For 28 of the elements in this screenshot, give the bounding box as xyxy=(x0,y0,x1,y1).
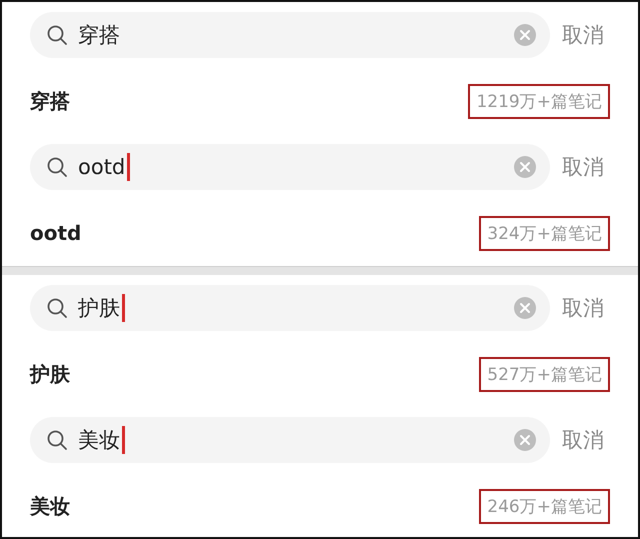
search-query: 美妆 xyxy=(78,427,120,454)
note-count: 324万+篇笔记 xyxy=(479,216,610,250)
note-count: 527万+篇笔记 xyxy=(479,356,610,392)
suggestion-text[interactable]: 护肤 xyxy=(30,360,70,388)
clear-icon[interactable] xyxy=(514,156,536,178)
suggestion-text[interactable]: 美妆 xyxy=(30,492,70,520)
clear-icon[interactable] xyxy=(514,297,536,319)
search-field[interactable]: 美妆 xyxy=(30,417,550,463)
search-field[interactable]: ootd xyxy=(30,144,550,190)
clear-icon[interactable] xyxy=(514,24,536,46)
suggestion-text[interactable]: 穿搭 xyxy=(30,88,70,114)
cancel-button[interactable]: 取消 xyxy=(562,153,604,181)
cancel-button[interactable]: 取消 xyxy=(562,426,604,454)
search-query: 护肤 xyxy=(78,295,120,322)
search-query: 穿搭 xyxy=(78,22,120,49)
search-icon xyxy=(46,429,68,451)
cancel-button[interactable]: 取消 xyxy=(562,294,604,322)
cancel-button[interactable]: 取消 xyxy=(562,21,604,49)
clear-icon[interactable] xyxy=(514,429,536,451)
search-icon xyxy=(46,24,68,46)
search-field[interactable]: 护肤 xyxy=(30,285,550,331)
search-icon xyxy=(46,297,68,319)
note-count: 246万+篇笔记 xyxy=(479,488,610,524)
search-field[interactable]: 穿搭 xyxy=(30,12,550,58)
search-icon xyxy=(46,156,68,178)
search-query: ootd xyxy=(78,155,126,179)
suggestion-text[interactable]: ootd xyxy=(30,221,82,245)
note-count: 1219万+篇笔记 xyxy=(468,84,610,118)
